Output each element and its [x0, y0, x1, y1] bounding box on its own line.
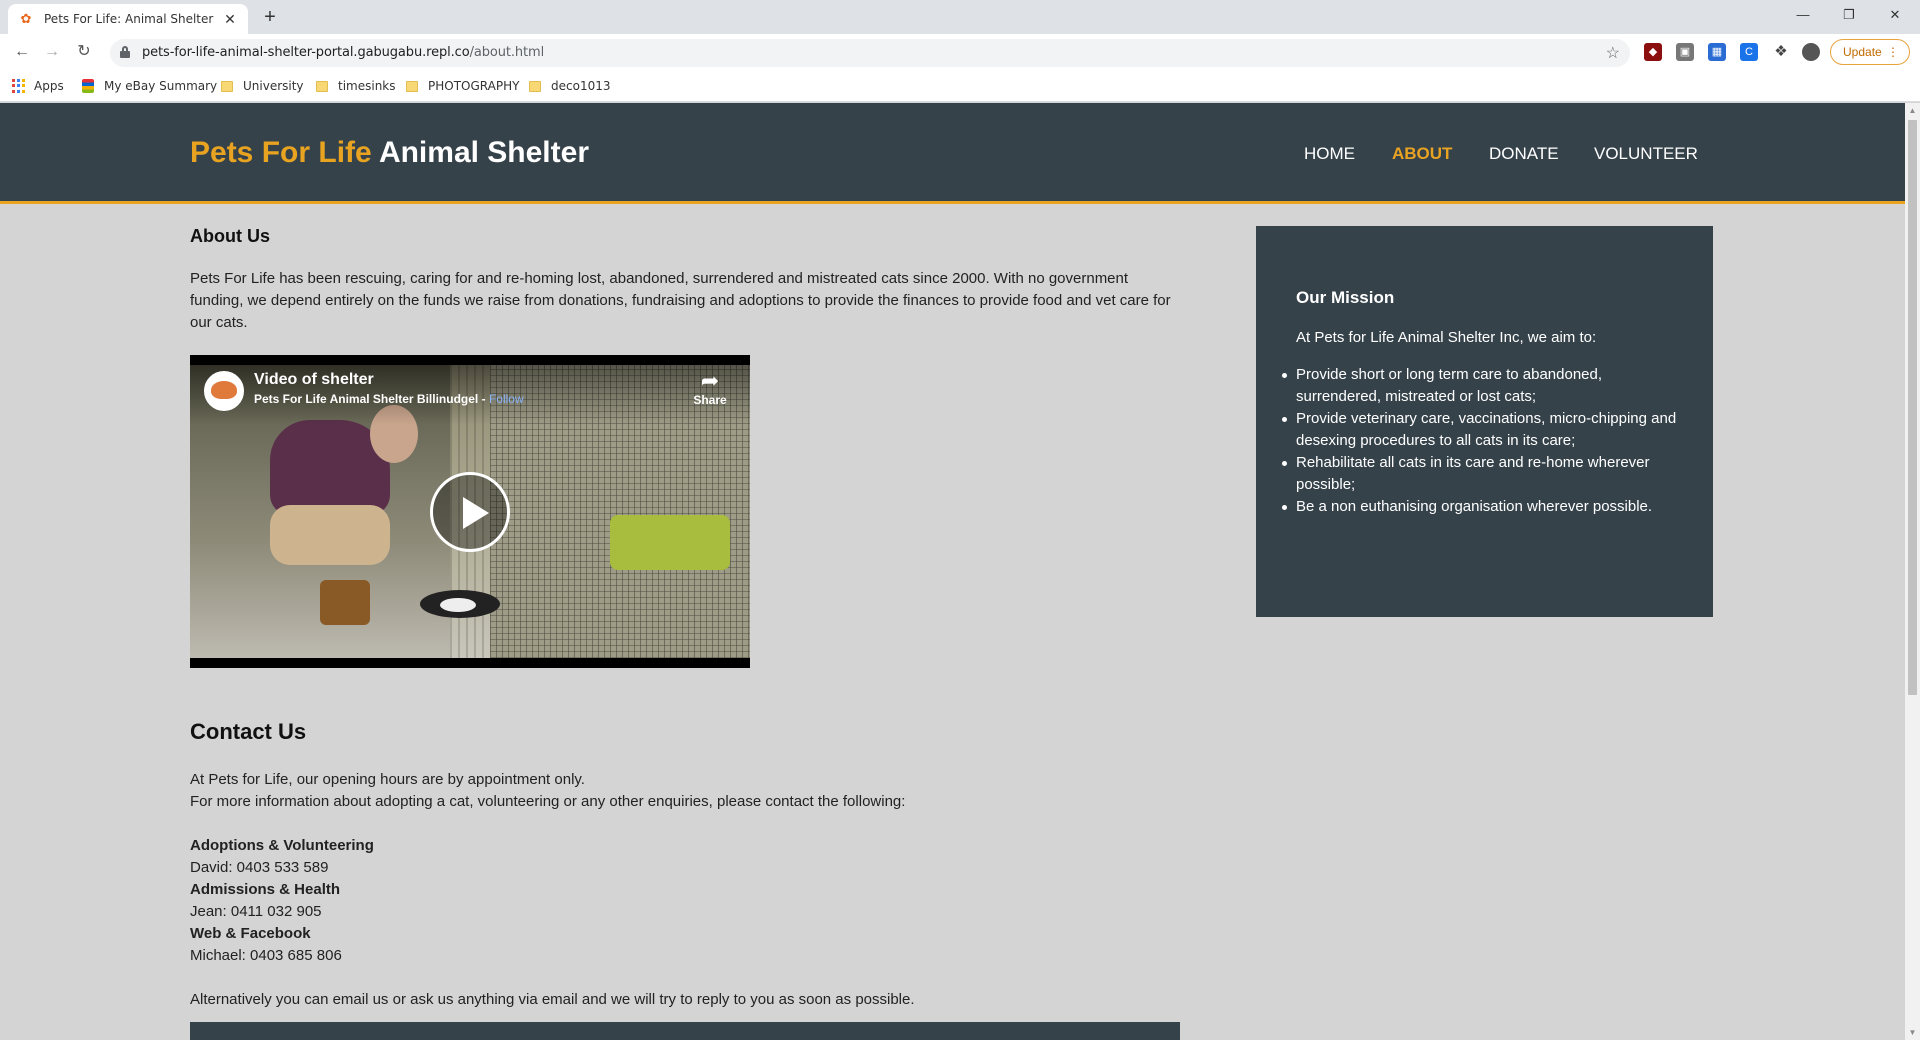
close-tab-icon[interactable]: ✕ — [222, 11, 238, 27]
site-logo[interactable]: Pets For Life Animal Shelter — [190, 136, 589, 170]
bookmark-label: Apps — [34, 79, 64, 93]
page-viewport: Pets For Life Animal Shelter HOME ABOUT … — [0, 103, 1905, 1040]
bookmark-label: My eBay Summary — [104, 79, 218, 93]
mission-item: Be a non euthanising organisation wherev… — [1282, 496, 1686, 518]
mission-item: Rehabilitate all cats in its care and re… — [1282, 452, 1686, 496]
cat-image — [420, 590, 500, 618]
bookmark-label: PHOTOGRAPHY — [428, 79, 520, 93]
scroll-down-arrow-icon[interactable]: ▼ — [1905, 1025, 1920, 1040]
bookmark-university[interactable]: University — [221, 77, 304, 95]
minimize-window-button[interactable]: — — [1780, 0, 1826, 30]
browser-tab-bar: ✿ Pets For Life: Animal Shelter | About … — [0, 0, 1920, 34]
extensions-puzzle-icon[interactable]: ❖ — [1772, 43, 1790, 61]
apps-grid-icon — [12, 79, 26, 93]
nav-home[interactable]: HOME — [1304, 144, 1355, 164]
share-arrow-icon: ➦ — [700, 368, 720, 393]
more-menu-icon: ⋮ — [1887, 45, 1899, 59]
contact-intro-info: For more information about adopting a ca… — [190, 793, 906, 810]
nav-volunteer[interactable]: VOLUNTEER — [1594, 144, 1698, 164]
profile-avatar[interactable] — [1802, 43, 1820, 61]
paw-favicon-icon: ✿ — [20, 11, 32, 26]
contact-group-title: Web & Facebook — [190, 925, 311, 942]
bookmark-star-icon[interactable]: ☆ — [1606, 43, 1620, 63]
play-button[interactable] — [430, 472, 510, 552]
nav-about[interactable]: ABOUT — [1392, 144, 1452, 164]
address-bar[interactable]: pets-for-life-animal-shelter-portal.gabu… — [110, 39, 1630, 67]
c-extension-icon[interactable]: C — [1740, 43, 1758, 61]
close-window-button[interactable]: ✕ — [1872, 0, 1918, 30]
share-button[interactable]: ➦ Share — [690, 368, 730, 408]
restore-window-button[interactable]: ❐ — [1826, 0, 1872, 30]
nav-donate[interactable]: DONATE — [1489, 144, 1559, 164]
browser-tab[interactable]: ✿ Pets For Life: Animal Shelter | About … — [8, 4, 248, 34]
site-header: Pets For Life Animal Shelter HOME ABOUT … — [0, 103, 1905, 204]
url-host: pets-for-life-animal-shelter-portal.gabu… — [142, 45, 470, 60]
url-path: /about.html — [469, 45, 545, 60]
bookmark-label: University — [243, 79, 304, 93]
folder-icon — [406, 80, 418, 92]
contact-group-title: Admissions & Health — [190, 881, 341, 898]
contact-outro: Alternatively you can email us or ask us… — [190, 991, 915, 1008]
bookmark-ebay-summary[interactable]: My eBay Summary — [82, 77, 217, 95]
video-embed[interactable]: Video of shelter Pets For Life Animal Sh… — [190, 355, 750, 668]
url-text: pets-for-life-animal-shelter-portal.gabu… — [142, 45, 544, 60]
back-button[interactable]: ← — [10, 40, 34, 64]
contact-person: Jean: 0411 032 905 — [190, 903, 322, 920]
scroll-up-arrow-icon[interactable]: ▲ — [1905, 103, 1920, 118]
dictionary-extension-icon[interactable]: ▦ — [1708, 43, 1726, 61]
folder-icon — [221, 80, 233, 92]
bookmark-photography[interactable]: PHOTOGRAPHY — [406, 77, 519, 95]
ebay-bag-icon — [82, 79, 94, 93]
update-label: Update — [1843, 45, 1882, 59]
mission-intro: At Pets for Life Animal Shelter Inc, we … — [1296, 329, 1597, 346]
forward-button[interactable]: → — [40, 40, 64, 64]
about-heading: About Us — [190, 226, 270, 246]
reload-button[interactable]: ↻ — [72, 40, 96, 64]
logo-rest: Animal Shelter — [378, 136, 589, 169]
contact-block: At Pets for Life, our opening hours are … — [190, 769, 1180, 1011]
folder-icon — [529, 80, 541, 92]
about-paragraph: Pets For Life has been rescuing, caring … — [190, 270, 1171, 331]
bookmark-deco1013[interactable]: deco1013 — [529, 77, 610, 95]
mission-item: Provide short or long term care to aband… — [1282, 364, 1686, 408]
folder-icon — [316, 80, 328, 92]
scroll-thumb[interactable] — [1908, 120, 1917, 695]
ublock-extension-icon[interactable]: ◆ — [1644, 43, 1662, 61]
video-title[interactable]: Video of shelter — [254, 371, 374, 389]
bookmark-apps[interactable]: Apps — [12, 77, 64, 95]
channel-avatar[interactable] — [204, 371, 244, 411]
mission-panel: Our Mission At Pets for Life Animal Shel… — [1256, 226, 1713, 617]
contact-person: Michael: 0403 685 806 — [190, 947, 342, 964]
share-label: Share — [693, 393, 727, 407]
screenshot-extension-icon[interactable]: ▣ — [1676, 43, 1694, 61]
follow-link[interactable]: Follow — [489, 392, 524, 406]
tab-title: Pets For Life: Animal Shelter | About — [44, 12, 216, 26]
new-tab-button[interactable]: + — [258, 6, 282, 30]
mission-title: Our Mission — [1296, 288, 1395, 307]
update-button[interactable]: Update ⋮ — [1830, 39, 1910, 65]
bookmark-label: timesinks — [338, 79, 396, 93]
contact-group-title: Adoptions & Volunteering — [190, 837, 374, 854]
video-channel: Pets For Life Animal Shelter Billinudgel… — [254, 392, 524, 406]
bookmark-timesinks[interactable]: timesinks — [316, 77, 396, 95]
contact-intro-hours: At Pets for Life, our opening hours are … — [190, 771, 585, 788]
bookmarks-bar: Apps My eBay Summary University timesink… — [0, 70, 1920, 102]
mission-list: Provide short or long term care to aband… — [1282, 364, 1686, 518]
contact-heading: Contact Us — [190, 719, 307, 744]
contact-form-panel — [190, 1022, 1180, 1040]
mission-item: Provide veterinary care, vaccinations, m… — [1282, 408, 1686, 452]
logo-highlight: Pets For Life — [190, 136, 372, 169]
bookmark-label: deco1013 — [551, 79, 611, 93]
channel-name[interactable]: Pets For Life Animal Shelter Billinudgel — [254, 392, 478, 406]
lock-icon — [120, 46, 130, 58]
page-scrollbar[interactable]: ▲ ▼ — [1905, 103, 1920, 1040]
browser-toolbar: ← → ↻ pets-for-life-animal-shelter-porta… — [0, 34, 1920, 70]
contact-person: David: 0403 533 589 — [190, 859, 329, 876]
